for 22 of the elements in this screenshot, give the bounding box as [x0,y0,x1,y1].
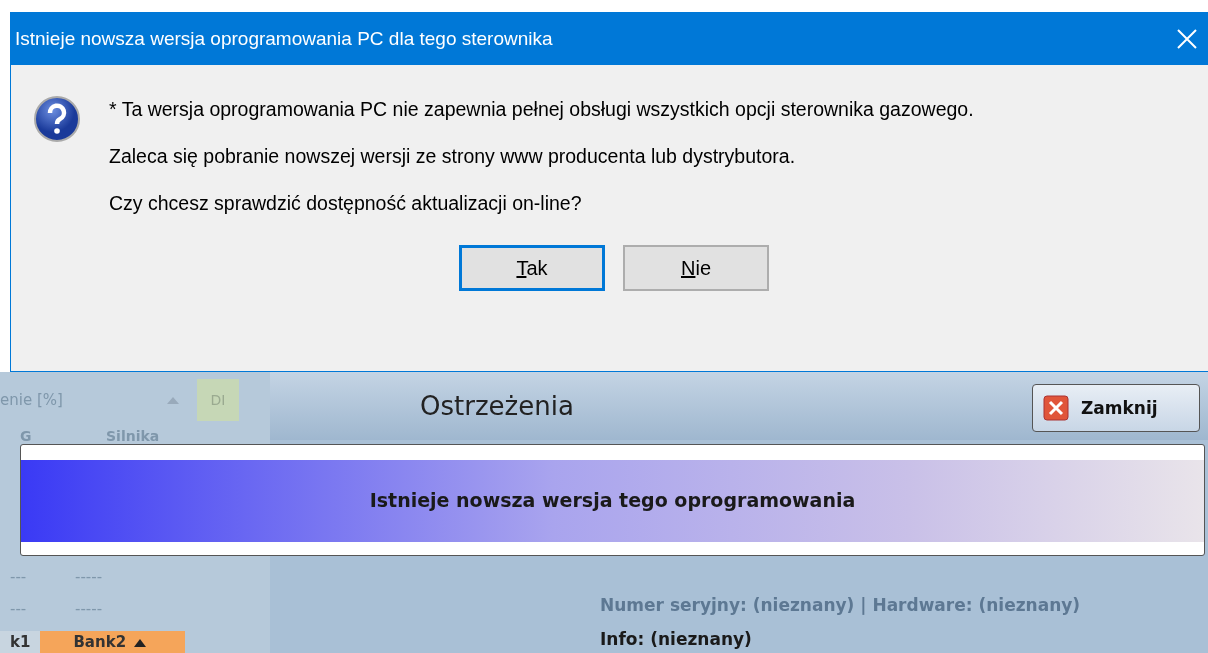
question-icon [33,95,81,143]
sort-icon [166,396,179,404]
table-cell: ----- [75,600,103,618]
table-cell: ----- [75,568,103,586]
close-icon [1043,395,1069,421]
message-text: Czy chcesz sprawdzić dostępność aktualizacji on-line? [109,192,583,215]
message-text: Zaleca się pobranie nowszej wersji ze strony www producenta lub dystrybutora. [109,145,797,168]
window-title: Istnieje nowsza wersja oprogramowania PC dla tego sterownika [15,27,553,50]
sheet-tab[interactable]: Bank2 [40,631,186,653]
close-icon[interactable] [1176,27,1198,50]
dialog-button[interactable]: Tak [459,245,605,291]
message-text: * Ta wersja oprogramowania PC nie zapewnia pełnej obsługi wszystkich opcji sterownika gazowego. [109,98,974,121]
panel-title: Ostrzeżenia [420,391,574,421]
close-button[interactable]: Zamknij [1032,384,1200,432]
sheet-tab[interactable]: k1 [0,631,41,653]
dialog-button[interactable]: Nie [623,245,769,291]
info-text: Info: (nieznany) [600,629,753,649]
notification-banner: Istnieje nowsza wersja tego oprogramowania [20,444,1205,556]
table-cell-text: --- [9,600,28,618]
table-cell-text: --- [9,568,28,586]
triangle-icon [134,637,147,647]
info-text: Numer seryjny: (nieznany) | Hardware: (nieznany) [600,595,1082,615]
